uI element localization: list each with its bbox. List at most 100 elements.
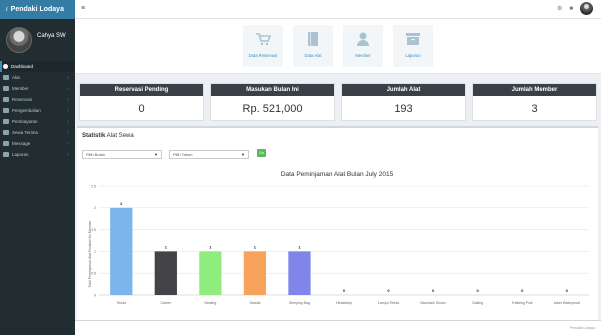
book-icon <box>293 25 333 53</box>
sidebar-item-laporan[interactable]: Laporan ‹ <box>0 149 75 160</box>
data-label: 0 <box>477 288 480 293</box>
envelope-icon <box>3 141 9 146</box>
check-icon <box>3 130 9 135</box>
y-tick-label: 2.5 <box>91 184 96 188</box>
sidebar-item-reservasi[interactable]: Reservasi ‹ <box>0 94 75 105</box>
sidebar-item-label: Reservasi <box>12 97 33 102</box>
chevron-left-icon: ‹ <box>67 85 69 92</box>
app-title: Pendaki Lodaya <box>10 6 64 13</box>
quick-links: Data Reservasi Data Alat Member Laporan <box>75 19 601 74</box>
data-label: 0 <box>566 288 569 293</box>
bar[interactable] <box>154 251 177 295</box>
chevron-left-icon: ‹ <box>67 118 69 125</box>
quick-link-label: Data Alat <box>304 53 322 58</box>
settings-icon[interactable]: ⚙ <box>557 5 562 12</box>
stat-value: Rp. 521,000 <box>242 103 303 115</box>
stat-reservasi-pending: Reservasi Pending 0 <box>79 83 204 121</box>
data-label: 1 <box>209 244 212 249</box>
y-tick-label: 1.5 <box>91 228 96 232</box>
bar[interactable] <box>110 207 133 295</box>
sidebar-item-member[interactable]: Member ‹ <box>0 83 75 94</box>
sidebar-item-label: Pengembalian <box>12 108 41 113</box>
quick-link-data-reservasi[interactable]: Data Reservasi <box>243 25 283 67</box>
page-footer: Pendaki Lodaya <box>75 320 601 335</box>
box-title-rest: Alat Sewa <box>105 133 134 139</box>
stat-jumlah-member: Jumlah Member 3 <box>472 83 597 121</box>
sidebar-item-sewa-terima[interactable]: Sewa Terima ‹ <box>0 127 75 138</box>
header-icons: ⚙ ■ <box>557 2 593 15</box>
box-title-bold: Statistik <box>82 133 106 139</box>
bar[interactable] <box>199 251 222 295</box>
x-tick-label: Lampu Tenda <box>378 301 399 305</box>
return-icon <box>3 108 9 113</box>
stat-value: 0 <box>138 103 145 115</box>
box-title: Statistik Alat Sewa <box>82 133 134 139</box>
sidebar-menu: Dashboard Alat ‹ Member ‹ Reservasi ‹ Pe… <box>0 61 75 160</box>
box-icon <box>3 75 9 80</box>
data-label: 0 <box>521 288 524 293</box>
user-name: Cahya SW <box>37 33 66 39</box>
top-header: ≡ ⚙ ■ <box>75 0 601 19</box>
chevron-left-icon: ‹ <box>67 74 69 81</box>
bar[interactable] <box>243 251 267 295</box>
quick-link-label: Member <box>355 53 371 58</box>
bar[interactable] <box>288 251 311 295</box>
quick-link-member[interactable]: Member <box>343 25 383 67</box>
stat-title: Jumlah Member <box>473 84 596 96</box>
quick-link-data-alat[interactable]: Data Alat <box>293 25 333 67</box>
sidebar-item-alat[interactable]: Alat ‹ <box>0 72 75 83</box>
data-label: 0 <box>343 288 346 293</box>
brand-icon: / <box>6 6 8 13</box>
sidebar-item-label: Member <box>12 86 29 91</box>
footer-text: Pendaki Lodaya <box>569 326 595 330</box>
stat-title: Jumlah Alat <box>342 84 465 96</box>
user-panel: Cahya SW <box>0 19 75 61</box>
stat-jumlah-alat: Jumlah Alat 193 <box>341 83 466 121</box>
y-tick-label: 0.5 <box>91 272 96 276</box>
quick-link-label: Laporan <box>405 53 421 58</box>
select-tahun[interactable]: Pilih Tahun ▼ <box>169 150 249 159</box>
chevron-left-icon: ‹ <box>67 96 69 103</box>
sidebar-item-pembayaran[interactable]: Pembayaran ‹ <box>0 116 75 127</box>
sidebar-item-label: Message <box>12 141 31 146</box>
notification-icon[interactable]: ■ <box>569 6 573 12</box>
cart-icon <box>243 25 283 53</box>
money-icon <box>3 119 9 124</box>
bar-chart: Data Peminjaman Alat Bulan July 2015 Tot… <box>88 171 589 305</box>
calendar-icon <box>3 97 9 102</box>
sidebar-item-label: Laporan <box>12 152 29 157</box>
app-brand[interactable]: / Pendaki Lodaya <box>0 0 75 19</box>
x-tick-label: Trekking Pole <box>512 301 533 305</box>
sidebar: / Pendaki Lodaya Cahya SW Dashboard Alat… <box>0 0 75 335</box>
go-button[interactable]: Go <box>257 149 266 157</box>
stat-value: 193 <box>394 103 413 115</box>
select-bulan[interactable]: Pilih Bulan ▼ <box>82 150 162 159</box>
x-tick-label: Tenda <box>116 301 126 305</box>
dropdown-arrow-icon: ▼ <box>154 152 158 157</box>
dashboard-icon <box>3 64 8 69</box>
x-tick-label: Nesting <box>204 301 216 305</box>
sidebar-item-pengembalian[interactable]: Pengembalian ‹ <box>0 105 75 116</box>
avatar <box>6 27 32 53</box>
chevron-left-icon: ‹ <box>67 151 69 158</box>
quick-link-laporan[interactable]: Laporan <box>393 25 433 67</box>
data-labels: 2 1 1 1 1 0 0 0 0 0 0 <box>120 201 568 293</box>
data-label: 1 <box>165 244 168 249</box>
data-label: 2 <box>120 201 123 206</box>
user-icon <box>343 25 383 53</box>
x-tick-label: Gaiting <box>472 301 483 305</box>
stat-masukan-bulan-ini: Masukan Bulan Ini Rp. 521,000 <box>210 83 335 121</box>
sidebar-item-label: Pembayaran <box>12 119 38 124</box>
sidebar-item-message[interactable]: Message ‹ <box>0 138 75 149</box>
dropdown-arrow-icon: ▼ <box>241 152 245 157</box>
x-tick-label: Mountain Shoes <box>420 301 446 305</box>
data-label: 0 <box>432 288 435 293</box>
sidebar-item-dashboard[interactable]: Dashboard <box>0 61 75 72</box>
stat-value: 3 <box>531 103 538 115</box>
menu-toggle-icon[interactable]: ≡ <box>81 5 85 12</box>
x-tick-label: Jaket Waterproof <box>553 301 580 305</box>
header-avatar[interactable] <box>580 2 593 15</box>
chevron-left-icon: ‹ <box>67 107 69 114</box>
select-value: Pilih Tahun <box>173 152 193 157</box>
y-tick-label: 2 <box>94 206 96 210</box>
